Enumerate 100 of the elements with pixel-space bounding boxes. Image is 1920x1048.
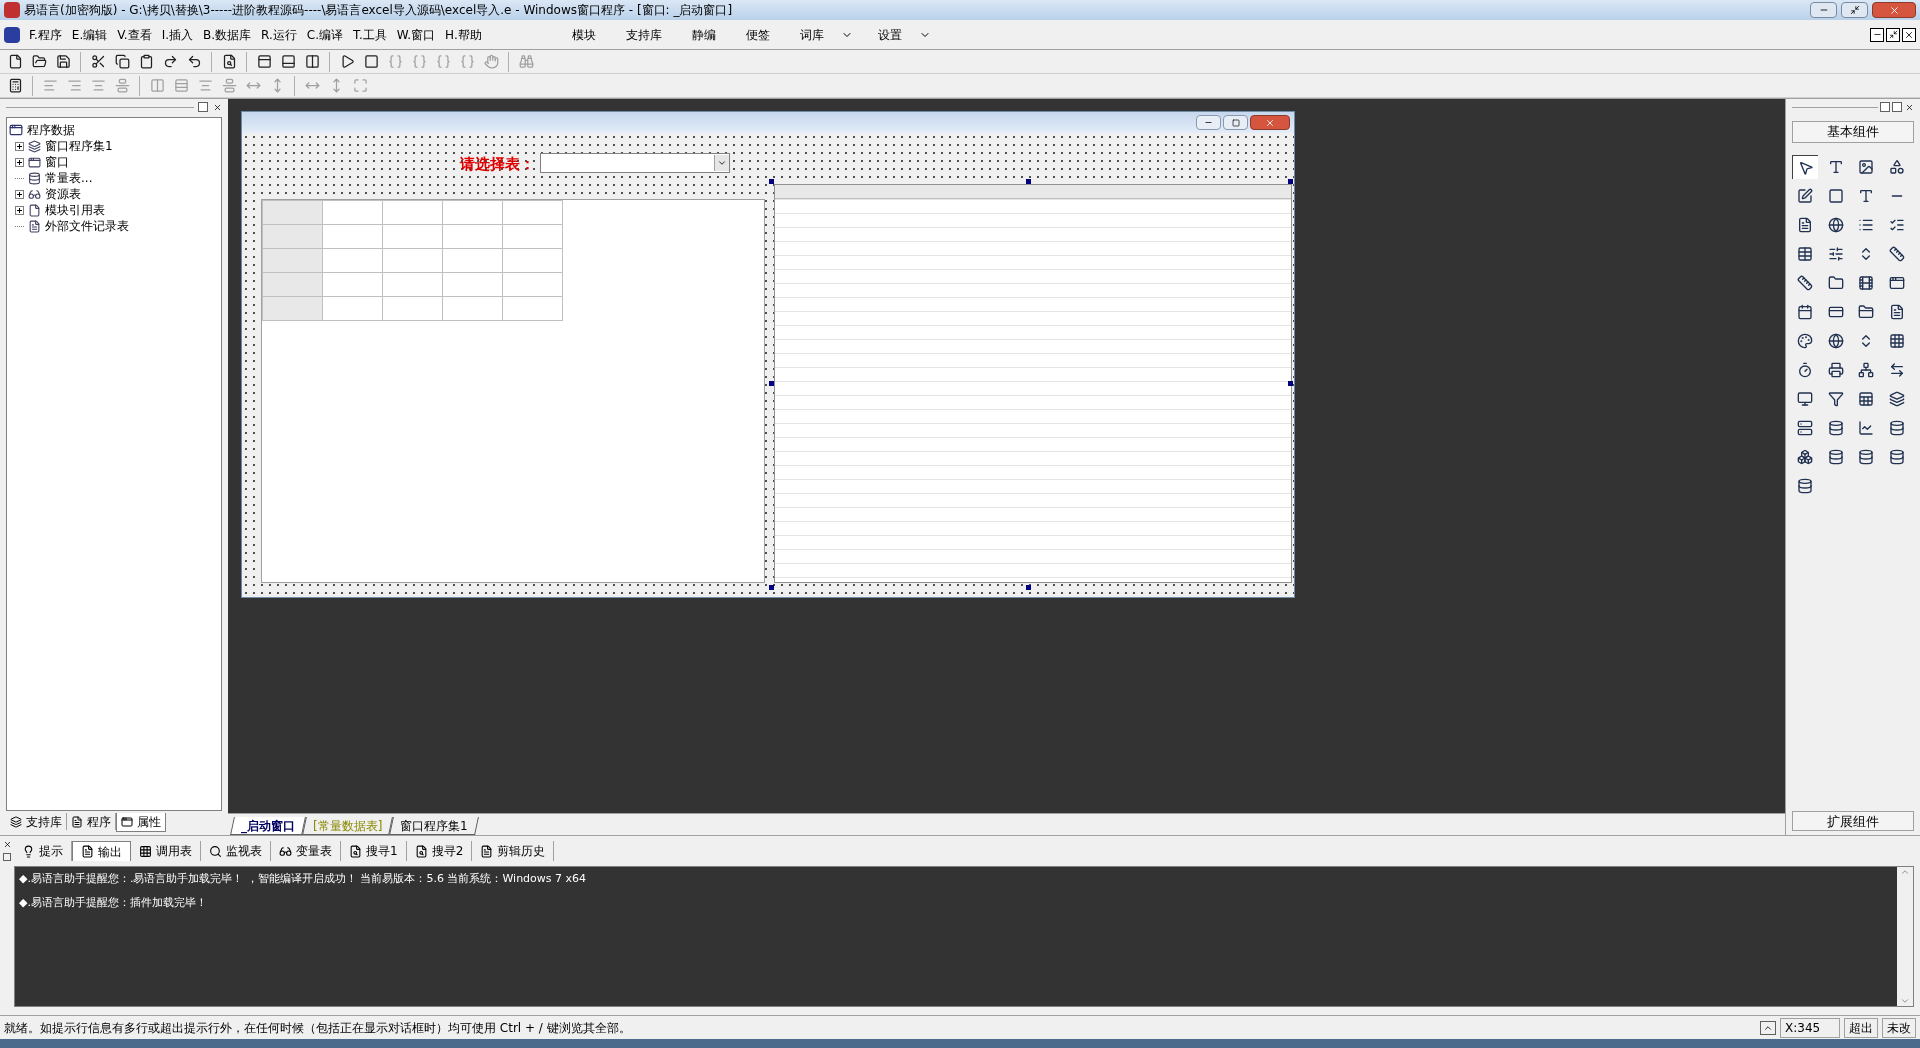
menu-item[interactable]: 词库 bbox=[794, 25, 829, 44]
grid-cell bbox=[503, 273, 563, 297]
selection-handle[interactable] bbox=[1026, 585, 1031, 590]
tree-item[interactable]: 外部文件记录表 bbox=[45, 217, 129, 235]
menu-item[interactable]: 设置 bbox=[872, 25, 907, 44]
grid-cell bbox=[443, 273, 503, 297]
menu-item[interactable]: I.插入 bbox=[156, 25, 199, 44]
selection-handle[interactable] bbox=[1288, 381, 1293, 386]
grid-cell bbox=[383, 273, 443, 297]
maximize-icon bbox=[1231, 118, 1240, 127]
menu-item[interactable]: 模块 bbox=[566, 25, 601, 44]
books-icon bbox=[10, 815, 22, 828]
selection-handle[interactable] bbox=[769, 585, 774, 590]
grid-cell bbox=[323, 225, 383, 249]
output-line: ◆.易语言助手提醒您：插件加载完毕！ bbox=[19, 894, 208, 911]
minimize-button[interactable] bbox=[1870, 27, 1884, 42]
menu-button[interactable] bbox=[1880, 102, 1890, 112]
output-tab[interactable]: 剪辑历史 bbox=[472, 841, 555, 861]
tree-item[interactable]: 程序数据 bbox=[27, 121, 75, 139]
expand-toggle[interactable] bbox=[15, 157, 24, 167]
form-label: 请选择表： bbox=[460, 154, 535, 175]
editor-tab[interactable]: _启动窗口 bbox=[230, 817, 306, 835]
menu-item[interactable]: V.查看 bbox=[112, 25, 157, 44]
grid-cell bbox=[383, 297, 443, 321]
window-icon bbox=[121, 816, 133, 828]
restore-button[interactable] bbox=[1892, 102, 1902, 112]
status-modified: 未改 bbox=[1882, 1017, 1916, 1038]
close-button[interactable] bbox=[1904, 102, 1914, 112]
status-position: X:345 bbox=[1780, 1017, 1840, 1038]
document-icon bbox=[71, 815, 83, 828]
document-icon bbox=[480, 844, 494, 858]
stack-icon bbox=[28, 139, 41, 153]
expand-toggle[interactable] bbox=[15, 205, 24, 215]
cylinders-icon bbox=[28, 171, 41, 185]
window-icon bbox=[28, 155, 41, 169]
combo-box[interactable] bbox=[540, 153, 730, 173]
output-tab[interactable]: 搜寻2 bbox=[406, 841, 473, 861]
menu-item[interactable]: B.数据库 bbox=[198, 25, 257, 44]
close-button[interactable] bbox=[1902, 27, 1916, 42]
file-icon bbox=[28, 219, 41, 233]
expand-toggle[interactable] bbox=[15, 189, 24, 199]
selection-handle[interactable] bbox=[1288, 179, 1293, 184]
restore-button[interactable] bbox=[198, 102, 208, 112]
tree-item[interactable]: 模块引用表 bbox=[45, 201, 105, 219]
menu-item[interactable]: 静编 bbox=[686, 25, 721, 44]
menu-item[interactable]: 支持库 bbox=[620, 25, 667, 44]
grid-cell bbox=[323, 297, 383, 321]
tree-item[interactable]: 常量表... bbox=[45, 169, 93, 187]
menu-item[interactable]: F.程序 bbox=[24, 25, 67, 44]
close-button[interactable] bbox=[212, 102, 222, 112]
menu-item[interactable]: T.工具 bbox=[348, 25, 392, 44]
expand-button[interactable] bbox=[1760, 1020, 1776, 1035]
grid-cell bbox=[323, 273, 383, 297]
menu-item[interactable]: W.窗口 bbox=[391, 25, 441, 44]
grid-cell bbox=[383, 249, 443, 273]
selection-handle[interactable] bbox=[1026, 179, 1031, 184]
grid-cell bbox=[323, 249, 383, 273]
toolbox-footer[interactable]: 扩展组件 bbox=[1792, 811, 1914, 831]
grid-cell bbox=[503, 225, 563, 249]
pointer-icon[interactable] bbox=[1792, 155, 1818, 179]
expand-toggle[interactable] bbox=[15, 141, 24, 151]
document-icon bbox=[81, 845, 94, 858]
output-tab[interactable]: 搜寻1 bbox=[341, 841, 407, 861]
output-tab[interactable]: 监视表 bbox=[201, 841, 271, 861]
menu-item[interactable]: H.帮助 bbox=[440, 25, 487, 44]
menu-item[interactable]: C.编译 bbox=[301, 25, 349, 44]
tree-item[interactable]: 窗口 bbox=[45, 153, 69, 171]
output-tab[interactable]: 调用表 bbox=[131, 841, 201, 861]
tree-line bbox=[15, 177, 24, 179]
program-icon bbox=[9, 123, 23, 137]
menu-item[interactable]: E.编辑 bbox=[66, 25, 113, 44]
search-icon bbox=[209, 844, 222, 858]
restore-icon bbox=[1888, 30, 1898, 39]
panel-tab[interactable]: 属性 bbox=[116, 813, 166, 832]
restore-button[interactable] bbox=[1886, 27, 1900, 42]
menu-item[interactable]: R.运行 bbox=[256, 25, 302, 44]
grid-icon bbox=[139, 844, 152, 858]
find-icon bbox=[414, 844, 428, 858]
selection-handle[interactable] bbox=[769, 381, 774, 386]
grid-cell bbox=[503, 249, 563, 273]
grid-cell bbox=[443, 225, 503, 249]
status-message: 就绪。如提示行信息有多行或超出提示行外，在任何时候（包括正在显示对话框时）均可使用 Ctrl + / 键浏览其全部。 bbox=[4, 1019, 632, 1037]
toolbox-header[interactable]: 基本组件 bbox=[1792, 121, 1914, 143]
window-title: 易语言(加密狗版) - G:\拷贝\替换\3-----进阶教程源码----\易语言excel导入源码\excel导入.e - Windows窗口程序 - [窗口: _启动窗口] bbox=[24, 2, 733, 19]
restore-icon bbox=[1849, 5, 1860, 15]
output-tab[interactable]: 变量表 bbox=[271, 841, 341, 861]
menu-item[interactable]: 便签 bbox=[740, 25, 775, 44]
tree-line bbox=[15, 225, 24, 227]
output-tab[interactable]: 输出 bbox=[72, 841, 131, 861]
find-icon bbox=[349, 844, 362, 858]
tree-item[interactable]: 资源表 bbox=[45, 185, 81, 203]
tree-item[interactable]: 窗口程序集1 bbox=[45, 137, 113, 155]
bulb-icon bbox=[22, 844, 35, 858]
selection-handle[interactable] bbox=[769, 179, 774, 184]
grid-cell bbox=[383, 225, 443, 249]
output-line: ◆.易语言助手提醒您：.易语言助手加载完毕！ ，智能编译开启成功！ 当前易版本：5.6 当前系统：Windows 7 x64 bbox=[19, 871, 588, 887]
panel-tab[interactable]: 支持库 bbox=[6, 813, 67, 830]
grid-cell bbox=[443, 249, 503, 273]
glasses-icon bbox=[28, 187, 41, 201]
close-button[interactable] bbox=[2, 840, 12, 849]
